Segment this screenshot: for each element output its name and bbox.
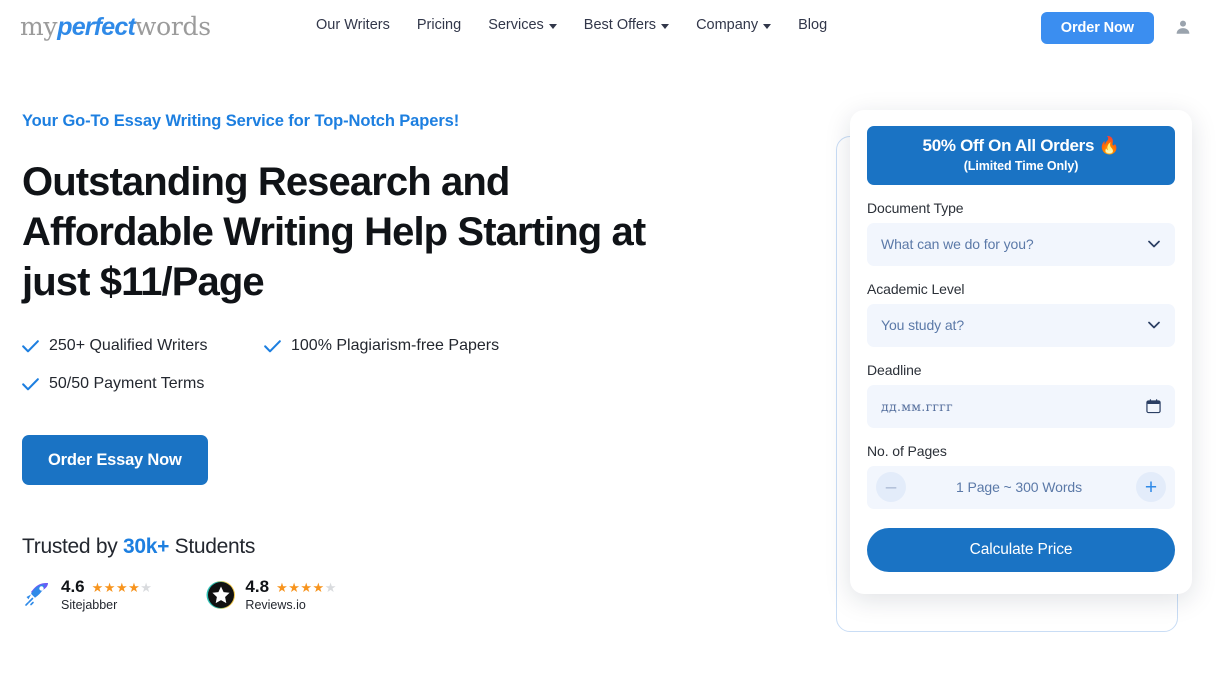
feature-item: 100% Plagiarism-free Papers <box>264 337 554 355</box>
feature-item: 50/50 Payment Terms <box>22 375 264 393</box>
rating-score: 4.6 <box>61 577 85 596</box>
chevron-down-icon <box>1148 240 1160 248</box>
chevron-down-icon <box>1148 321 1160 329</box>
chevron-down-icon <box>548 23 557 29</box>
calendar-icon[interactable] <box>1146 399 1161 414</box>
logo-part-words: words <box>135 12 211 41</box>
rating-text-block: 4.6 ★★★★★ Sitejabber <box>61 577 152 612</box>
nav-label: Our Writers <box>316 17 390 33</box>
promo-subtext: (Limited Time Only) <box>963 158 1079 173</box>
field-no-of-pages: No. of Pages – 1 Page ~ 300 Words + <box>867 443 1175 509</box>
order-now-button[interactable]: Order Now <box>1040 12 1154 44</box>
feature-label: 100% Plagiarism-free Papers <box>291 337 500 354</box>
rating-source-label: Reviews.io <box>245 598 306 612</box>
feature-item: 250+ Qualified Writers <box>22 337 264 355</box>
nav-label: Blog <box>798 17 828 33</box>
site-logo[interactable]: myperfectwords <box>20 12 211 42</box>
nav-label: Best Offers <box>583 17 657 33</box>
check-icon <box>264 339 281 352</box>
nav-label: Services <box>488 17 544 33</box>
pages-increment-button[interactable]: + <box>1136 472 1166 503</box>
trusted-by-text: Trusted by 30k+ Students <box>22 535 722 559</box>
trusted-count: 30k+ <box>122 535 170 558</box>
rating-score-row: 4.8 ★★★★★ <box>245 577 336 597</box>
calculate-price-button[interactable]: Calculate Price <box>867 527 1175 572</box>
document-type-select[interactable]: What can we do for you? <box>867 222 1175 266</box>
field-academic-level: Academic Level You study at? <box>867 281 1175 347</box>
logo-part-perfect: perfect <box>57 13 136 41</box>
academic-level-value: You study at? <box>881 317 965 334</box>
field-document-type: Document Type What can we do for you? <box>867 200 1175 266</box>
nav-item-best-offers[interactable]: Best Offers <box>583 17 670 33</box>
promo-headline: 50% Off On All Orders 🔥 <box>922 136 1120 155</box>
deadline-date-input[interactable]: дд.мм.гггг <box>867 384 1175 428</box>
rocket-icon <box>25 583 48 606</box>
order-essay-now-button[interactable]: Order Essay Now <box>22 435 208 485</box>
nav-label: Pricing <box>416 17 462 33</box>
order-form-wrapper: 50% Off On All Orders 🔥 (Limited Time On… <box>836 110 1192 632</box>
academic-level-label: Academic Level <box>867 280 965 297</box>
document-type-label: Document Type <box>867 199 964 216</box>
check-icon <box>22 339 39 352</box>
deadline-label: Deadline <box>867 361 922 378</box>
ratings-row: 4.6 ★★★★★ Sitejabber 4.8 ★★★★★ Reviews.i… <box>22 577 722 612</box>
feature-label: 250+ Qualified Writers <box>49 337 208 354</box>
feature-list: 250+ Qualified Writers 100% Plagiarism-f… <box>22 337 562 393</box>
feature-label: 50/50 Payment Terms <box>49 375 205 392</box>
trusted-suffix: Students <box>169 535 256 558</box>
page-title: Outstanding Research and Affordable Writ… <box>22 160 646 304</box>
pages-stepper: – 1 Page ~ 300 Words + <box>867 465 1175 509</box>
order-form-card: 50% Off On All Orders 🔥 (Limited Time On… <box>850 110 1192 594</box>
star-rating-icon: ★★★★★ <box>91 579 153 595</box>
trusted-prefix: Trusted by <box>22 535 123 558</box>
star-rating-icon: ★★★★★ <box>276 579 337 595</box>
rating-score: 4.8 <box>245 577 270 596</box>
rating-source-label: Sitejabber <box>61 598 118 612</box>
nav-item-blog[interactable]: Blog <box>798 17 827 33</box>
check-icon <box>22 377 39 390</box>
deadline-placeholder: дд.мм.гггг <box>881 398 953 414</box>
rating-score-row: 4.6 ★★★★★ <box>61 577 152 597</box>
main-navigation: Our Writers Pricing Services Best Offers… <box>316 17 827 33</box>
document-type-value: What can we do for you? <box>881 236 1034 253</box>
nav-item-services[interactable]: Services <box>488 17 557 33</box>
chevron-down-icon <box>763 23 772 29</box>
hero-eyebrow: Your Go-To Essay Writing Service for Top… <box>22 112 460 130</box>
site-header: myperfectwords Our Writers Pricing Servi… <box>0 0 1226 56</box>
nav-item-our-writers[interactable]: Our Writers <box>316 17 390 33</box>
rating-text-block: 4.8 ★★★★★ Reviews.io <box>245 577 336 612</box>
nav-item-company[interactable]: Company <box>696 17 772 33</box>
hero-section: Your Go-To Essay Writing Service for Top… <box>22 112 722 612</box>
rating-reviewsio: 4.8 ★★★★★ Reviews.io <box>206 577 336 612</box>
logo-part-my: my <box>20 12 58 41</box>
nav-label: Company <box>696 17 759 33</box>
academic-level-select[interactable]: You study at? <box>867 303 1175 347</box>
field-deadline: Deadline дд.мм.гггг <box>867 362 1175 428</box>
star-badge-icon <box>206 581 236 609</box>
user-account-icon[interactable] <box>1174 18 1192 36</box>
chevron-down-icon <box>661 23 670 29</box>
nav-item-pricing[interactable]: Pricing <box>417 17 461 33</box>
pages-value: 1 Page ~ 300 Words <box>956 479 1082 496</box>
rating-sitejabber: 4.6 ★★★★★ Sitejabber <box>22 577 152 612</box>
promo-banner: 50% Off On All Orders 🔥 (Limited Time On… <box>867 126 1175 185</box>
pages-label: No. of Pages <box>867 442 947 459</box>
